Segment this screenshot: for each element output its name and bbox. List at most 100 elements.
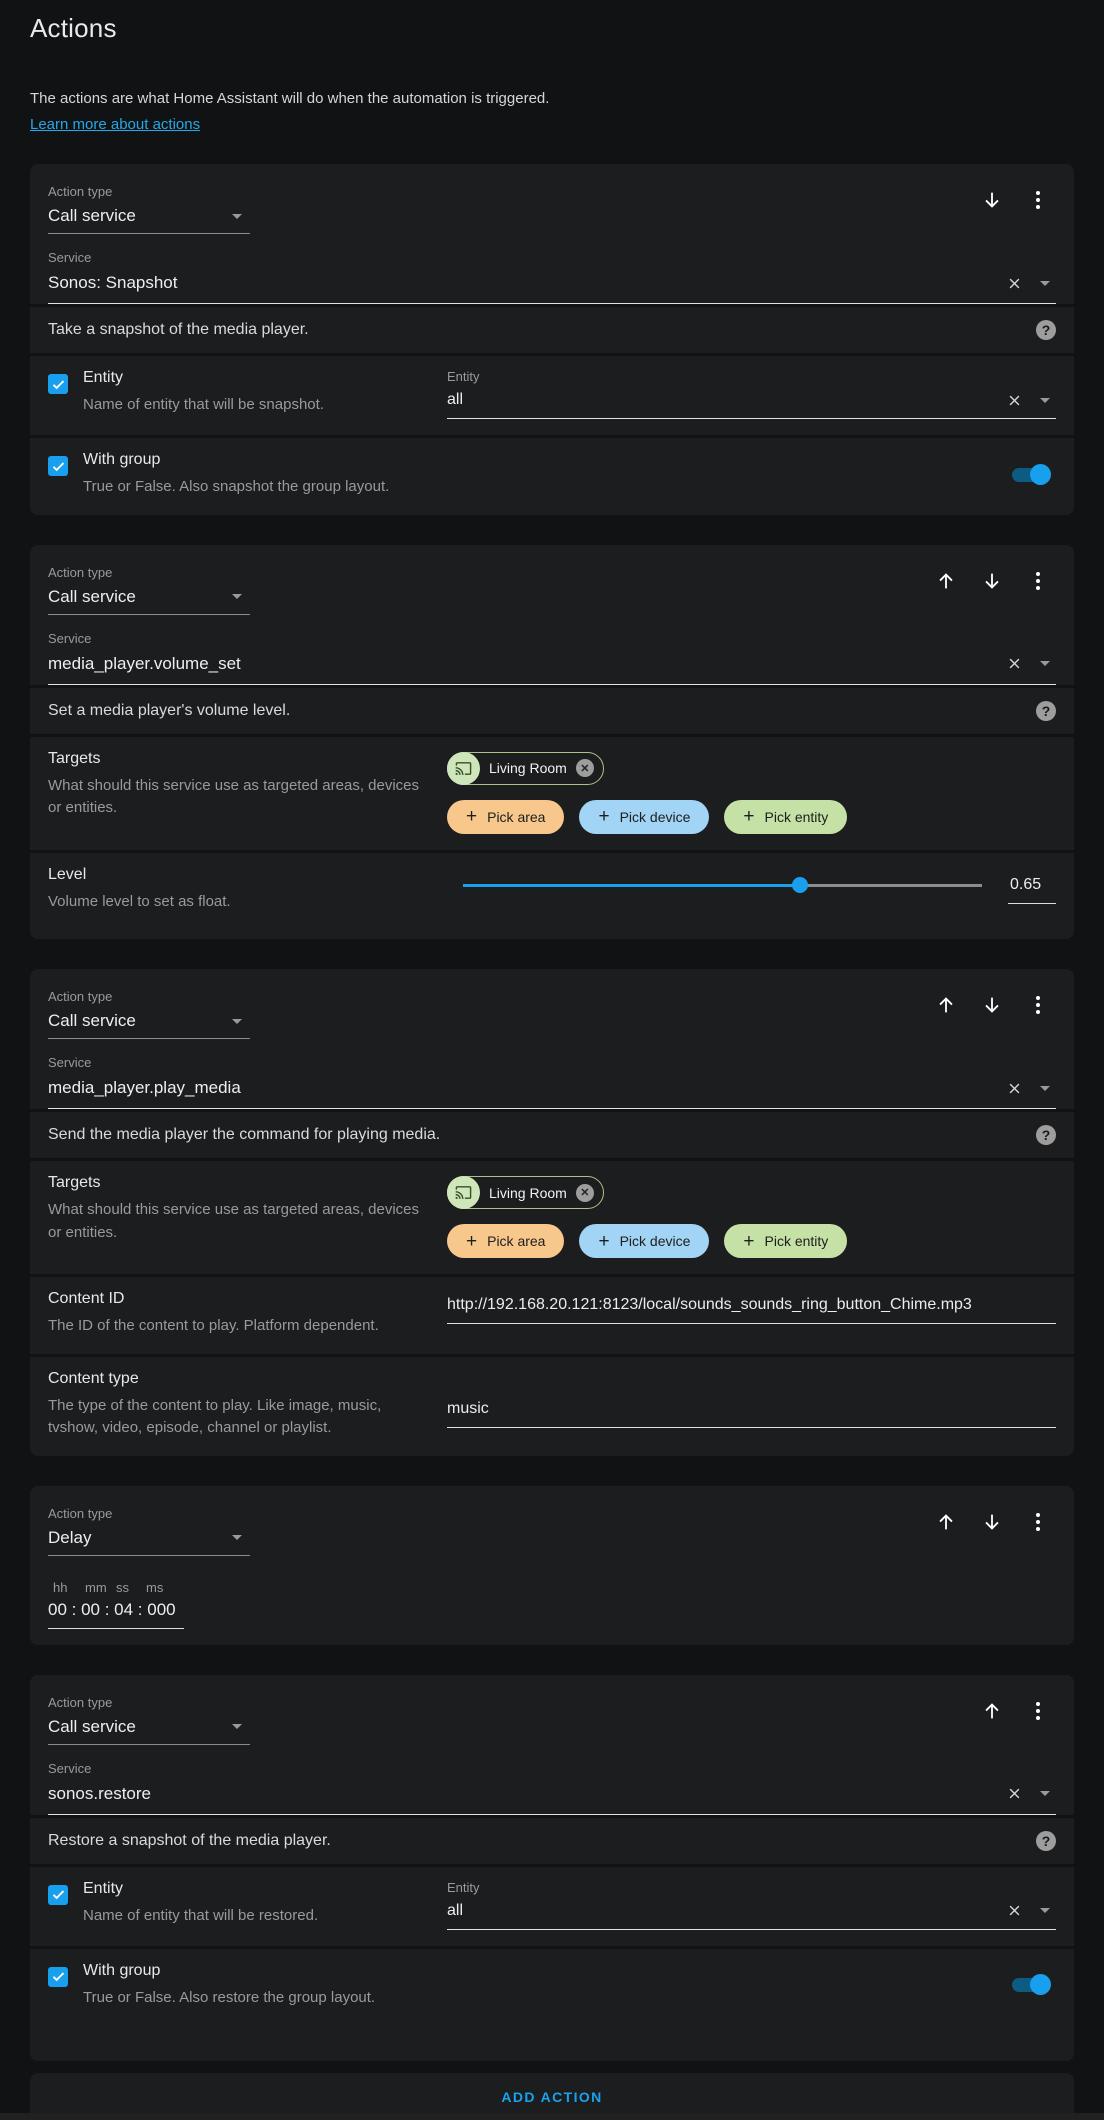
overflow-menu-button[interactable] (1026, 1510, 1050, 1534)
service-input[interactable]: media_player.play_media (48, 1070, 1056, 1109)
move-down-button[interactable] (980, 569, 1004, 593)
clear-icon[interactable] (1007, 1786, 1022, 1801)
chevron-down-icon[interactable] (1040, 1085, 1050, 1091)
action-card-sonos-restore: Action type Call service Service sonos.r… (30, 1674, 1074, 2061)
with-group-toggle[interactable] (1012, 463, 1056, 485)
param-subtitle: The type of the content to play. Like im… (48, 1396, 382, 1437)
pick-entity-button[interactable]: + Pick entity (724, 799, 848, 834)
overflow-menu-button[interactable] (1026, 993, 1050, 1017)
with-group-param-row: With group True or False. Also restore t… (30, 1948, 1074, 2061)
action-type-select[interactable]: Action type Call service (48, 1695, 250, 1745)
add-action-label: ADD ACTION (501, 2088, 603, 2105)
service-input[interactable]: sonos.restore (48, 1776, 1056, 1815)
arrow-down-icon (985, 573, 999, 589)
action-type-select[interactable]: Action type Call service (48, 184, 250, 234)
move-down-button[interactable] (980, 188, 1004, 212)
help-icon[interactable]: ? (1036, 1830, 1056, 1851)
action-type-value: Delay (48, 1527, 92, 1547)
learn-more-link[interactable]: Learn more about actions (30, 116, 200, 133)
check-icon (52, 461, 64, 471)
help-icon[interactable]: ? (1036, 700, 1056, 721)
unit-ms: ms (146, 1579, 164, 1595)
check-icon (52, 1890, 64, 1900)
clear-icon[interactable] (1007, 393, 1022, 408)
entity-checkbox[interactable] (48, 374, 68, 394)
target-area-chip[interactable]: Living Room ✕ (447, 751, 604, 785)
param-title: Content type (48, 1369, 139, 1387)
chevron-down-icon[interactable] (1040, 397, 1050, 403)
target-area-chip[interactable]: Living Room ✕ (447, 1176, 604, 1209)
remove-target-icon[interactable]: ✕ (575, 759, 594, 777)
action-type-select[interactable]: Action type Call service (48, 565, 250, 615)
level-value-input[interactable]: 0.65 (1008, 876, 1056, 904)
move-up-button[interactable] (980, 1699, 1004, 1723)
pick-area-label: Pick area (487, 808, 546, 825)
service-label: Service (48, 630, 92, 646)
action-type-select[interactable]: Action type Call service (48, 989, 250, 1039)
entity-checkbox[interactable] (48, 1884, 68, 1905)
content-id-row: Content ID The ID of the content to play… (30, 1277, 1074, 1354)
service-description-row: Set a media player's volume level. ? (30, 687, 1074, 734)
with-group-checkbox[interactable] (48, 1966, 68, 1987)
move-up-button[interactable] (934, 569, 958, 593)
slider-fill (463, 877, 809, 893)
service-input[interactable]: Sonos: Snapshot (48, 265, 1056, 304)
service-input[interactable]: media_player.volume_set (48, 646, 1056, 685)
move-down-button[interactable] (980, 1510, 1004, 1534)
pick-device-button[interactable]: + Pick device (579, 799, 710, 834)
action-card-volume-set: Action type Call service Service media_p… (30, 544, 1074, 939)
action-type-label: Action type (48, 1694, 113, 1710)
param-title: Content ID (48, 1290, 125, 1307)
entity-field[interactable]: Entity all (447, 1880, 1056, 1930)
remove-target-icon[interactable]: ✕ (575, 1183, 594, 1202)
pick-device-label: Pick device (619, 808, 691, 825)
move-up-button[interactable] (934, 993, 958, 1017)
chevron-down-icon[interactable] (1040, 1791, 1050, 1796)
entity-param-row: Entity Name of entity that will be snaps… (30, 356, 1074, 435)
clear-icon[interactable] (1007, 1081, 1022, 1096)
plus-icon: + (743, 1230, 755, 1252)
move-up-button[interactable] (934, 1510, 958, 1534)
chevron-down-icon (232, 213, 242, 219)
action-type-select[interactable]: Action type Delay (48, 1506, 250, 1556)
overflow-menu-button[interactable] (1026, 188, 1050, 212)
content-id-input[interactable]: http://192.168.20.121:8123/local/sounds_… (447, 1290, 1056, 1324)
chevron-down-icon[interactable] (1040, 1908, 1050, 1913)
with-group-checkbox[interactable] (48, 456, 68, 476)
service-description: Send the media player the command for pl… (48, 1126, 441, 1143)
param-subtitle: Name of entity that will be restored. (83, 1906, 319, 1924)
pick-area-button[interactable]: + Pick area (447, 799, 565, 834)
help-icon[interactable]: ? (1036, 1125, 1056, 1145)
param-subtitle: The ID of the content to play. Platform … (48, 1317, 379, 1334)
pick-area-button[interactable]: + Pick area (447, 1224, 565, 1258)
overflow-menu-button[interactable] (1026, 569, 1050, 593)
target-area-chip-label: Living Room (489, 760, 567, 776)
content-type-input[interactable]: music (447, 1370, 1056, 1428)
cast-icon (447, 1176, 480, 1209)
clear-icon[interactable] (1007, 656, 1022, 671)
pick-entity-button[interactable]: + Pick entity (724, 1224, 848, 1258)
unit-hh: hh (53, 1579, 68, 1595)
slider-thumb[interactable] (792, 877, 809, 893)
arrow-down-icon (985, 1514, 999, 1530)
with-group-toggle[interactable] (1012, 1974, 1056, 1996)
plus-icon: + (598, 806, 610, 827)
action-type-value: Call service (48, 1011, 136, 1030)
service-value: media_player.play_media (48, 1078, 241, 1097)
pick-device-button[interactable]: + Pick device (579, 1224, 710, 1258)
param-title: Entity (83, 369, 124, 386)
plus-icon: + (466, 1230, 478, 1252)
chevron-down-icon[interactable] (1040, 280, 1050, 286)
entity-field[interactable]: Entity all (447, 369, 1056, 419)
chevron-down-icon[interactable] (1040, 661, 1050, 666)
clear-icon[interactable] (1007, 1903, 1022, 1918)
overflow-menu-button[interactable] (1026, 1699, 1050, 1723)
card-header-panel: Action type Call service Service (30, 1674, 1074, 1815)
help-icon[interactable]: ? (1036, 320, 1056, 340)
move-down-button[interactable] (980, 993, 1004, 1017)
clear-icon[interactable] (1007, 276, 1022, 291)
chevron-down-icon (232, 1018, 242, 1024)
duration-input[interactable]: hh mm ss ms 00 : 00 : 04 : 000 (48, 1580, 198, 1629)
duration-value[interactable]: 00 : 00 : 04 : 000 (48, 1595, 184, 1629)
level-slider[interactable] (463, 877, 982, 893)
